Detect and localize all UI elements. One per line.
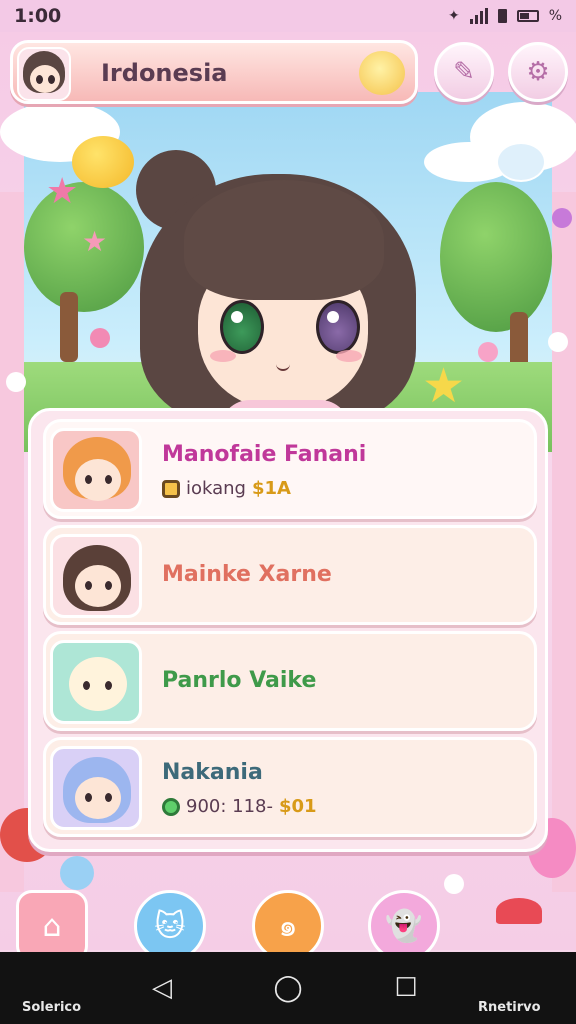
- coin-icon: [162, 479, 180, 498]
- system-right-label: Rnetirvo: [478, 1000, 541, 1015]
- balloon-decoration: [72, 136, 134, 188]
- settings-button[interactable]: ⚙: [508, 42, 568, 102]
- avatar-eye: [105, 475, 112, 484]
- recents-icon[interactable]: ☐: [390, 972, 422, 1004]
- location-title: Irdonesia: [101, 59, 228, 87]
- avatar-face: [75, 565, 121, 607]
- signal-icon: [469, 8, 488, 24]
- avatar-eye: [105, 581, 112, 590]
- left-eye: [220, 300, 264, 354]
- ghost-icon: 👻: [385, 908, 423, 944]
- avatar-eye: [105, 793, 112, 802]
- contact-item[interactable]: Manofaie Fanani iokang $1A: [43, 419, 537, 519]
- battery-icon: [516, 10, 539, 22]
- star-decoration: ★: [82, 225, 108, 258]
- avatar-face: [75, 459, 121, 501]
- contact-avatar: [50, 428, 142, 512]
- profile-avatar[interactable]: [17, 47, 71, 101]
- bubble-decoration: [496, 142, 546, 182]
- flower-decoration: [90, 328, 110, 348]
- flower-decoration: [552, 208, 572, 228]
- right-eye: [316, 300, 360, 354]
- avatar-eye: [36, 75, 43, 84]
- battery-small-icon: [497, 9, 507, 23]
- house-icon: ⌂: [42, 908, 62, 944]
- star-decoration: ★: [422, 358, 466, 414]
- contact-avatar: [50, 640, 142, 724]
- status-icons: ✦ %: [448, 8, 562, 24]
- edit-button[interactable]: ✎: [434, 42, 494, 102]
- side-pillar: [552, 192, 576, 892]
- contact-item[interactable]: Nakania 900: 118- $01: [43, 737, 537, 837]
- coin-icon: [162, 797, 180, 816]
- cat-icon: 🐱: [154, 908, 186, 944]
- gear-icon: ⚙: [526, 57, 550, 87]
- system-left-label: Solerico: [22, 1000, 82, 1015]
- avatar-face: [69, 657, 127, 711]
- contact-item[interactable]: Mainke Xarne: [43, 525, 537, 625]
- pencil-icon: ✎: [453, 57, 475, 87]
- avatar-eye: [85, 793, 92, 802]
- contact-status-label: 900: 118-: [186, 796, 273, 817]
- home-circle-icon[interactable]: ◯: [272, 972, 304, 1004]
- blush: [336, 350, 362, 362]
- back-icon[interactable]: ◁: [146, 972, 178, 1004]
- avatar-eye: [48, 75, 55, 84]
- battery-percent: %: [548, 8, 562, 24]
- avatar-eye: [85, 581, 92, 590]
- side-pillar: [0, 192, 24, 892]
- flower-decoration: [478, 342, 498, 362]
- contact-balance: $1A: [252, 478, 291, 499]
- bell-icon[interactable]: [359, 51, 405, 95]
- contact-status: 900: 118- $01: [162, 796, 317, 817]
- status-bar: 1:00 ✦ %: [0, 0, 576, 32]
- contact-item[interactable]: Panrlo Vaike: [43, 631, 537, 731]
- flower-decoration: [548, 332, 568, 352]
- tree: [440, 182, 552, 332]
- avatar-face: [30, 65, 60, 93]
- blush: [210, 350, 236, 362]
- contact-list: Manofaie Fanani iokang $1A Mainke Xarne …: [28, 408, 548, 852]
- notification-icon: ✦: [447, 8, 460, 24]
- contact-avatar: [50, 534, 142, 618]
- contact-name: Manofaie Fanani: [162, 442, 367, 467]
- main-character: [128, 150, 428, 460]
- contact-name: Mainke Xarne: [162, 562, 332, 587]
- contact-avatar: [50, 746, 142, 830]
- avatar-face: [75, 777, 121, 819]
- avatar-eye: [83, 681, 90, 690]
- tree-trunk: [60, 292, 78, 362]
- contact-name: Nakania: [162, 760, 263, 785]
- contact-status-label: iokang: [186, 478, 246, 499]
- contact-status: iokang $1A: [162, 478, 291, 499]
- bottom-nav: ⌂ 🐱 ๑ 👻: [0, 872, 576, 962]
- candy-icon: ๑: [278, 908, 298, 944]
- contact-balance: $01: [279, 796, 317, 817]
- status-time: 1:00: [14, 5, 62, 27]
- flower-decoration: [6, 372, 26, 392]
- avatar-eye: [85, 475, 92, 484]
- hair-bangs: [184, 180, 384, 300]
- star-decoration: ★: [46, 171, 79, 212]
- system-nav-bar: Solerico ◁ ◯ ☐ Rnetirvo: [0, 952, 576, 1024]
- contact-name: Panrlo Vaike: [162, 668, 317, 693]
- avatar-eye: [105, 681, 112, 690]
- profile-header[interactable]: Irdonesia: [10, 40, 418, 104]
